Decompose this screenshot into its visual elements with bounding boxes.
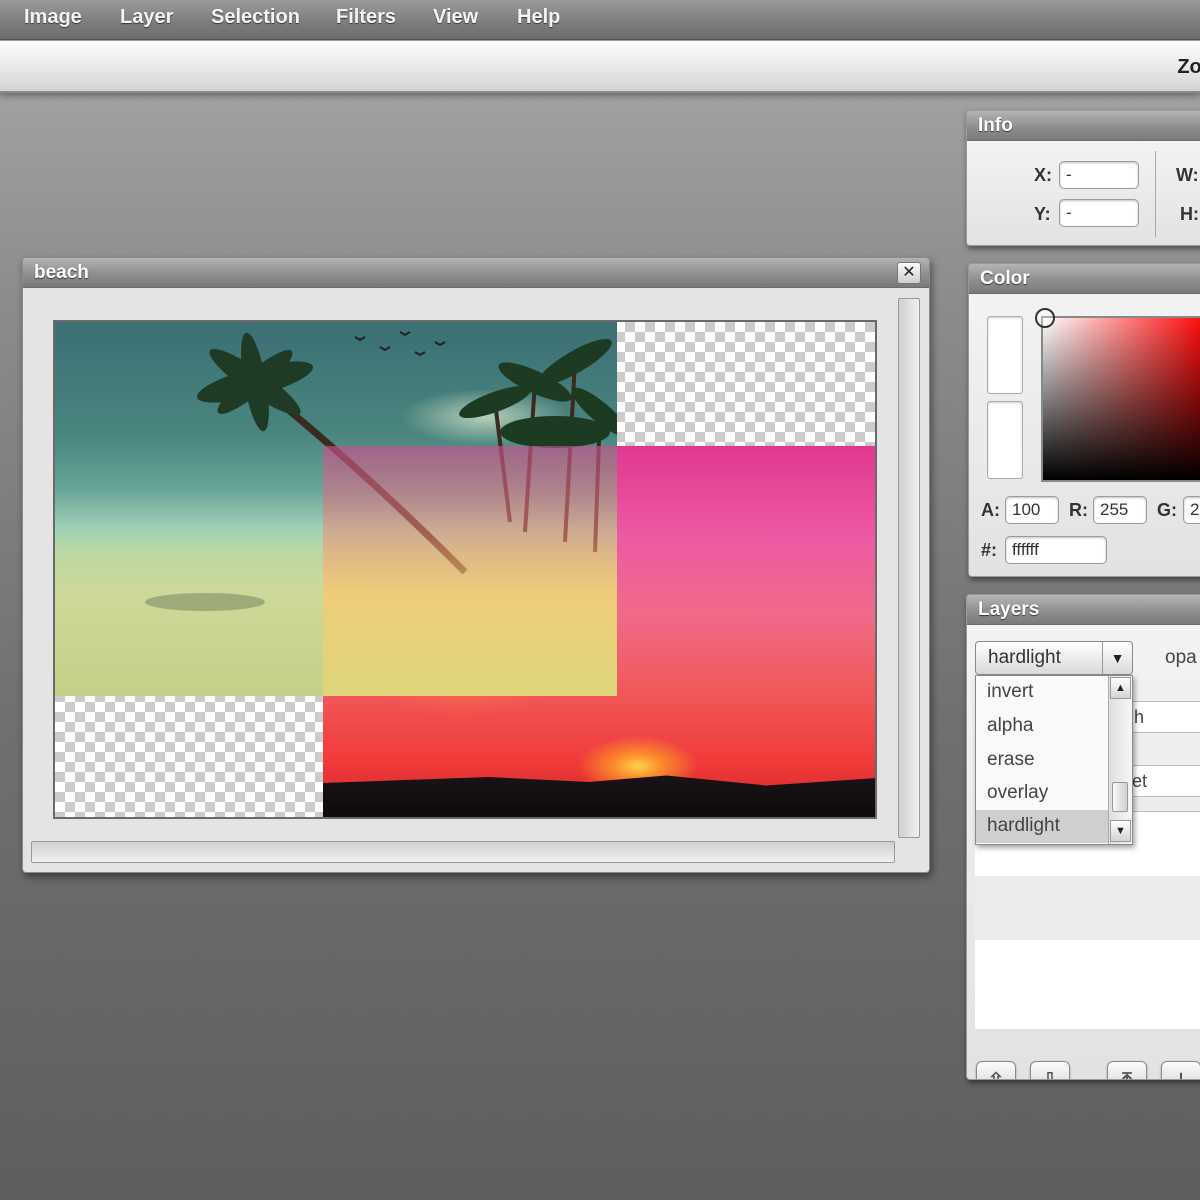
document-titlebar[interactable]: beach ✕ — [23, 258, 929, 288]
blend-option-overlay[interactable]: overlay — [976, 777, 1110, 810]
move-layer-top-button[interactable]: ⤒ — [1107, 1061, 1147, 1079]
w-label: W: — [1176, 165, 1199, 185]
red-field[interactable]: 255 — [1093, 496, 1147, 524]
menu-bar: Image Layer Selection Filters View Help — [0, 0, 1200, 40]
hex-label: #: — [981, 540, 998, 560]
layers-panel-titlebar[interactable]: Layers — [967, 595, 1200, 625]
document-window: beach ✕ — [22, 257, 930, 873]
color-picker-handle[interactable] — [1035, 308, 1055, 328]
menu-view[interactable]: View — [433, 6, 478, 29]
move-layer-up-button[interactable]: ⇧ — [976, 1061, 1016, 1079]
red-label: R: — [1069, 500, 1088, 520]
dropdown-scrollbar[interactable]: ▲ ▼ — [1108, 676, 1132, 844]
color-panel-titlebar[interactable]: Color — [969, 264, 1200, 294]
y-field[interactable]: - — [1059, 199, 1139, 227]
x-field[interactable]: - — [1059, 161, 1139, 189]
alpha-field[interactable]: 100 — [1005, 496, 1059, 524]
layer-row-1-label: h — [1134, 707, 1145, 727]
info-panel: Info X: - Y: - W: H: — [966, 110, 1200, 246]
zoom-label: Zoo — [1177, 56, 1200, 78]
vertical-scrollbar[interactable] — [898, 298, 920, 838]
color-panel: Color A: 100 R: 255 G: 2 #: ffffff — [968, 263, 1200, 577]
layers-panel-title: Layers — [978, 599, 1040, 620]
blend-mode-value: hardlight — [988, 647, 1061, 668]
horizontal-scrollbar[interactable] — [31, 841, 895, 863]
info-panel-titlebar[interactable]: Info — [967, 111, 1200, 141]
scroll-up-icon[interactable]: ▲ — [1110, 677, 1131, 699]
menu-filters[interactable]: Filters — [336, 6, 396, 29]
blend-mode-dropdown: invert alpha erase overlay hardlight ▲ ▼ — [975, 675, 1133, 845]
menu-image[interactable]: Image — [24, 6, 82, 29]
layers-panel-body: hardlight ▼ opa h et invert alpha erase … — [967, 625, 1200, 1079]
image-canvas[interactable] — [53, 320, 877, 819]
blend-overlap-region — [323, 446, 617, 696]
h-label: H: — [1180, 204, 1199, 224]
document-title: beach — [34, 262, 89, 283]
green-label: G: — [1157, 500, 1177, 520]
opacity-label: opa — [1165, 647, 1197, 668]
move-layer-bottom-button[interactable]: ⤓ — [1161, 1061, 1200, 1079]
hex-field[interactable]: ffffff — [1005, 536, 1107, 564]
menu-help[interactable]: Help — [517, 6, 560, 29]
color-panel-title: Color — [980, 268, 1030, 289]
blend-mode-select[interactable]: hardlight ▼ — [975, 641, 1133, 675]
toolbar: Zoo — [0, 41, 1200, 93]
info-panel-body: X: - Y: - W: H: — [967, 141, 1200, 245]
dropdown-scroll-thumb[interactable] — [1112, 782, 1128, 812]
layer-row-2-label: et — [1132, 771, 1148, 791]
menu-layer[interactable]: Layer — [120, 6, 173, 29]
chevron-down-icon[interactable]: ▼ — [1102, 642, 1132, 674]
x-label: X: — [1034, 165, 1052, 185]
green-field[interactable]: 2 — [1183, 496, 1200, 524]
blend-option-alpha[interactable]: alpha — [976, 710, 1110, 743]
close-icon[interactable]: ✕ — [897, 262, 921, 284]
scroll-down-icon[interactable]: ▼ — [1110, 820, 1131, 842]
blend-option-erase[interactable]: erase — [976, 744, 1110, 777]
secondary-color-swatch[interactable] — [987, 401, 1023, 479]
primary-color-swatch[interactable] — [987, 316, 1023, 394]
info-divider — [1155, 151, 1156, 237]
blend-option-hardlight[interactable]: hardlight — [976, 810, 1110, 843]
move-layer-down-button[interactable]: ⇩ — [1030, 1061, 1070, 1079]
alpha-label: A: — [981, 500, 1000, 520]
color-panel-body: A: 100 R: 255 G: 2 #: ffffff — [969, 294, 1200, 576]
layer-list-stripe — [975, 876, 1200, 940]
menu-selection[interactable]: Selection — [211, 6, 300, 29]
color-picker-gradient[interactable] — [1041, 316, 1200, 482]
layers-panel: Layers hardlight ▼ opa h et invert alpha… — [966, 594, 1200, 1080]
blend-option-invert[interactable]: invert — [976, 676, 1110, 709]
info-panel-title: Info — [978, 115, 1013, 136]
y-label: Y: — [1034, 204, 1051, 224]
